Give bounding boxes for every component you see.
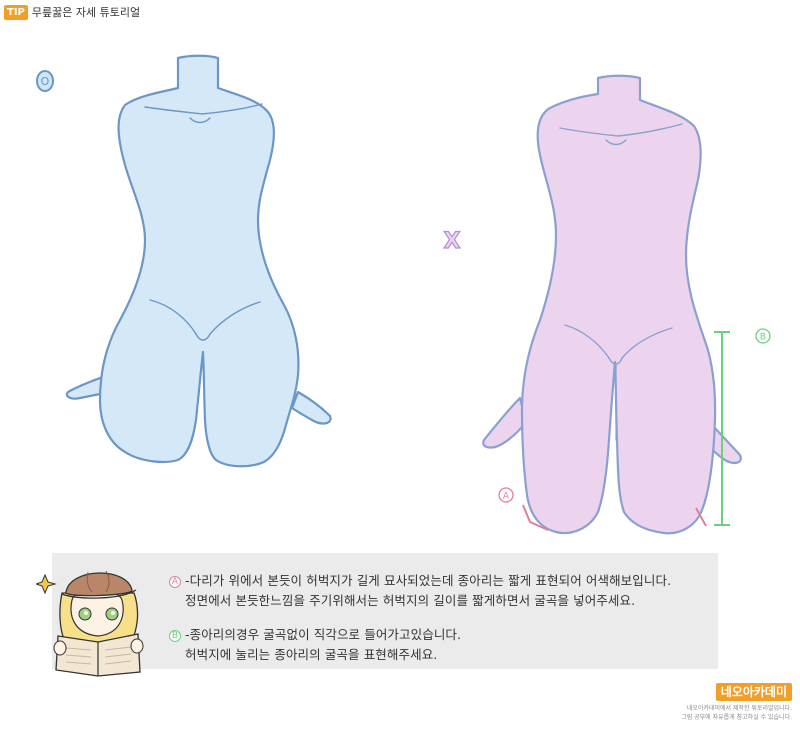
bad-pose-figure [482, 74, 742, 535]
note-b-marker: B [169, 630, 181, 642]
note-a-line-1: A -다리가 위에서 본듯이 허벅지가 길게 묘사되었는데 종아리는 짧게 표현되… [169, 570, 671, 589]
bad-marker: X [444, 229, 461, 254]
svg-text:A: A [503, 492, 510, 502]
note-a-marker: A [169, 576, 181, 588]
note-b-line-2: 허벅지에 눌리는 종아리의 굴곡을 표현해주세요. [185, 647, 438, 662]
svg-text:B: B [760, 333, 766, 343]
brand-logo: 네오아카데미 [715, 683, 792, 701]
good-pose-figure [65, 54, 332, 468]
brand-line-1: 네오아카데미에서 제작한 튜토리얼입니다. [686, 705, 792, 712]
svg-text:O: O [41, 75, 50, 88]
note-b-line-1: B -종아리의경우 굴곡없이 직각으로 들어가고있습니다. [169, 624, 461, 643]
good-marker: O [36, 70, 54, 92]
annotation-b: B [714, 328, 771, 526]
note-a-line-2: 정면에서 본듯한느낌을 주기위해서는 허벅지의 길이를 짧게하면서 굴곡을 넣어… [185, 593, 636, 608]
mascot-illustration [36, 570, 144, 677]
brand-line-2: 그림 공부에 자유롭게 참고하실 수 있습니다. [681, 714, 792, 721]
